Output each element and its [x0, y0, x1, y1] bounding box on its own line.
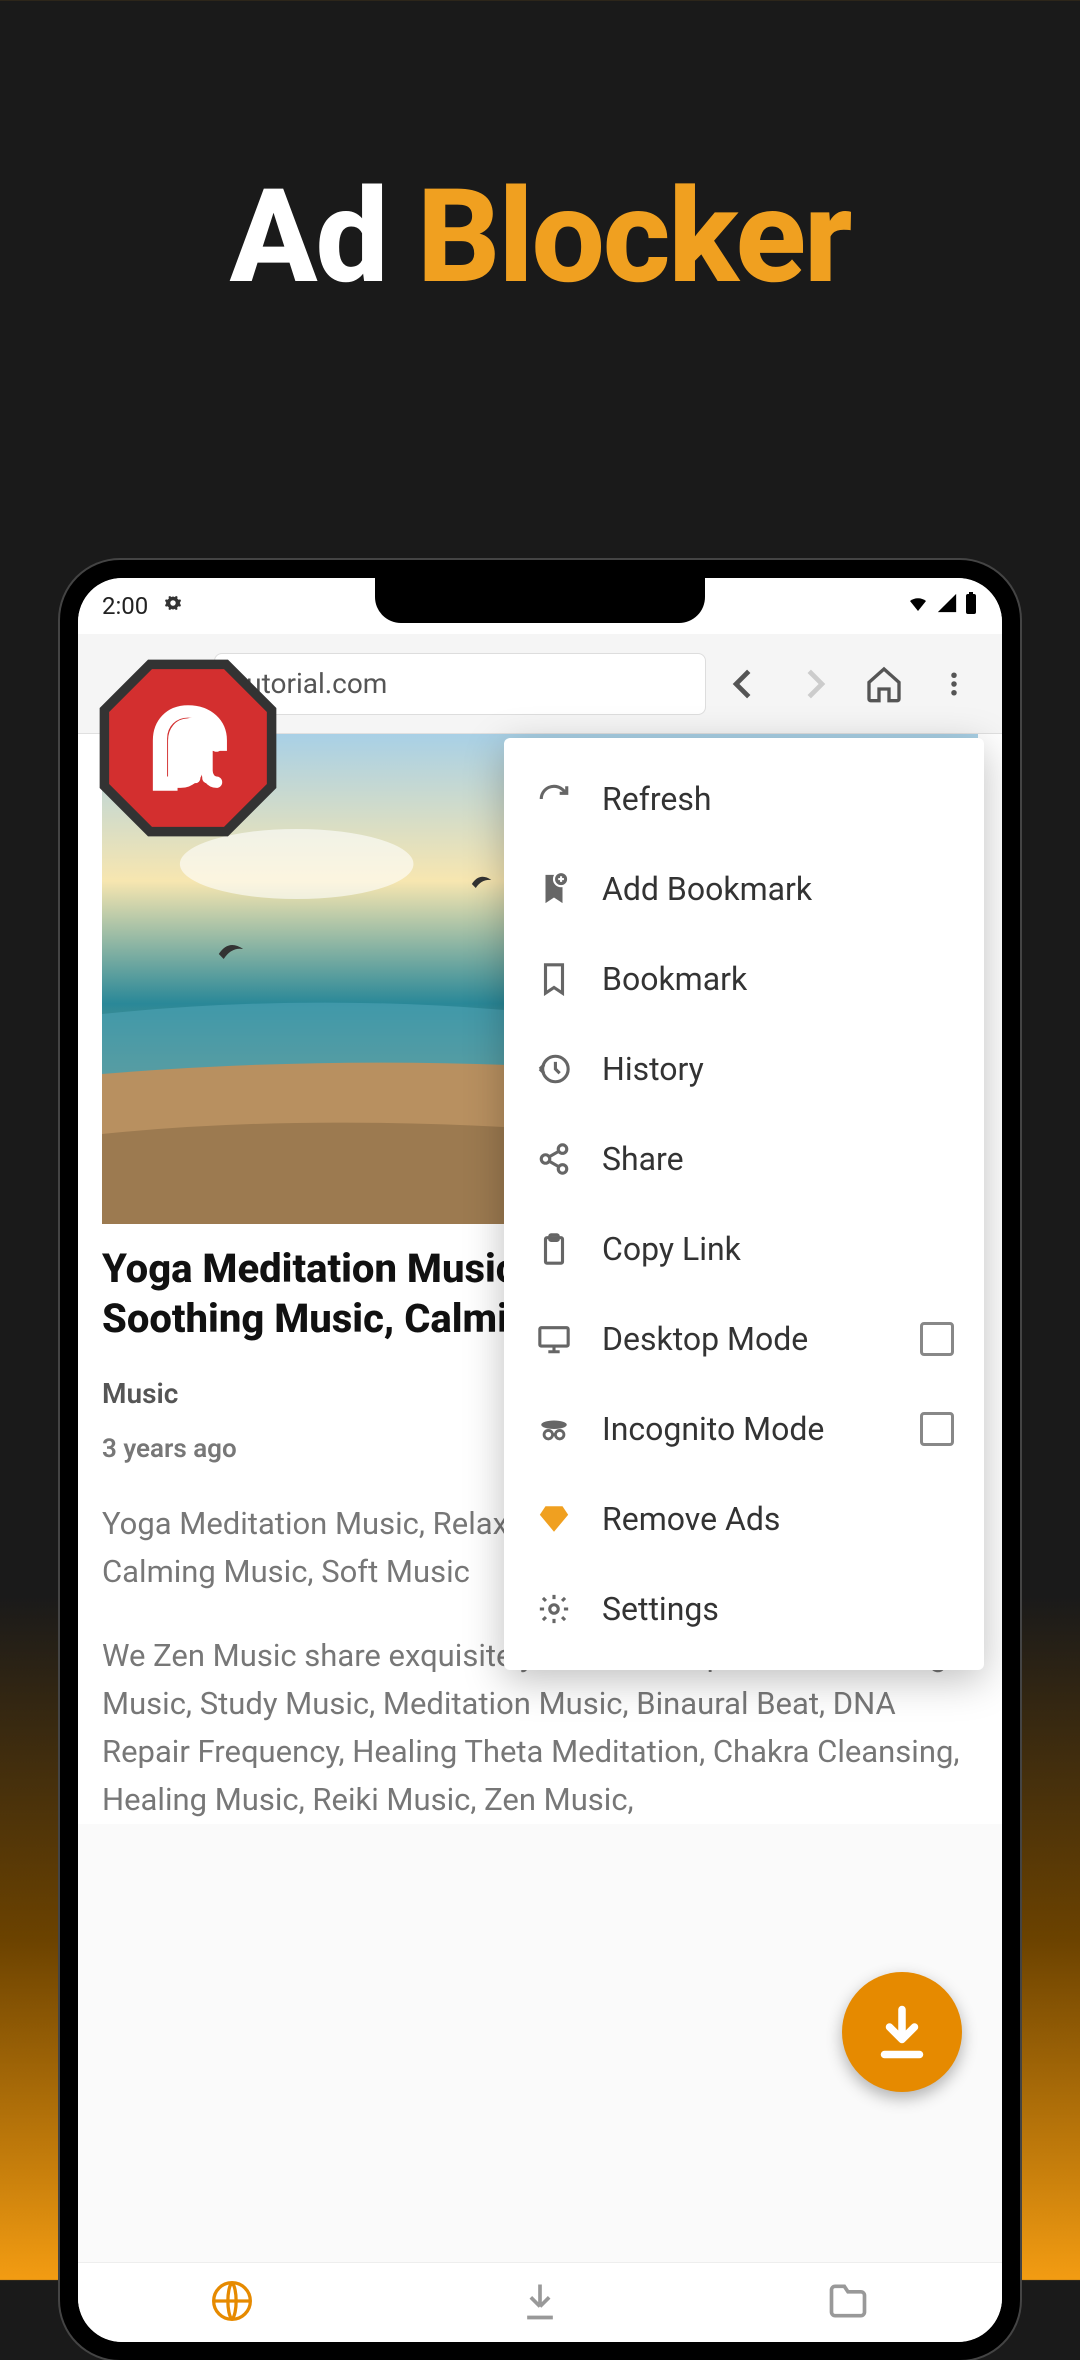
refresh-icon: [534, 782, 574, 816]
download-fab[interactable]: [842, 1972, 962, 2092]
menu-desktop-mode-label: Desktop Mode: [602, 1320, 808, 1358]
menu-remove-ads[interactable]: Remove Ads: [504, 1474, 984, 1564]
menu-settings[interactable]: Settings: [504, 1564, 984, 1654]
nav-downloads[interactable]: [518, 2279, 562, 2327]
overflow-menu: Refresh Add Bookmark Bookmark History Sh…: [504, 738, 984, 1670]
menu-add-bookmark[interactable]: Add Bookmark: [504, 844, 984, 934]
more-button[interactable]: [922, 652, 986, 716]
menu-incognito-mode-label: Incognito Mode: [602, 1410, 824, 1448]
wifi-icon: [906, 591, 930, 621]
menu-share[interactable]: Share: [504, 1114, 984, 1204]
gear-icon: [162, 592, 184, 620]
menu-incognito-mode[interactable]: Incognito Mode: [504, 1384, 984, 1474]
menu-remove-ads-label: Remove Ads: [602, 1500, 780, 1538]
menu-copy-link[interactable]: Copy Link: [504, 1204, 984, 1294]
hero-title: Ad Blocker: [0, 0, 1080, 313]
phone-frame: 2:00 tutorial.com: [60, 560, 1020, 2360]
menu-copy-link-label: Copy Link: [602, 1230, 741, 1268]
incognito-icon: [534, 1412, 574, 1446]
menu-add-bookmark-label: Add Bookmark: [602, 870, 812, 908]
clipboard-icon: [534, 1232, 574, 1266]
nav-browser[interactable]: [210, 2279, 254, 2327]
nav-files[interactable]: [826, 2279, 870, 2327]
desktop-icon: [534, 1322, 574, 1356]
menu-refresh-label: Refresh: [602, 780, 711, 818]
desktop-mode-checkbox[interactable]: [920, 1322, 954, 1356]
menu-refresh[interactable]: Refresh: [504, 754, 984, 844]
battery-icon: [964, 591, 978, 621]
menu-history[interactable]: History: [504, 1024, 984, 1114]
adblock-badge-icon: [88, 648, 288, 848]
bookmark-icon: [534, 962, 574, 996]
article-category[interactable]: Music: [102, 1377, 178, 1410]
menu-bookmark[interactable]: Bookmark: [504, 934, 984, 1024]
home-button[interactable]: [852, 652, 916, 716]
hero-word1: Ad: [230, 160, 387, 313]
bottom-nav: [78, 2262, 1002, 2342]
phone-screen: 2:00 tutorial.com: [78, 578, 1002, 2342]
add-bookmark-icon: [534, 872, 574, 906]
phone-notch: [375, 578, 705, 623]
menu-bookmark-label: Bookmark: [602, 960, 747, 998]
signal-icon: [936, 592, 958, 620]
history-icon: [534, 1052, 574, 1086]
menu-history-label: History: [602, 1050, 704, 1088]
share-icon: [534, 1142, 574, 1176]
menu-share-label: Share: [602, 1140, 684, 1178]
forward-button[interactable]: [782, 652, 846, 716]
incognito-mode-checkbox[interactable]: [920, 1412, 954, 1446]
hero-word2: Blocker: [417, 160, 850, 313]
menu-settings-label: Settings: [602, 1590, 719, 1628]
status-time: 2:00: [102, 592, 148, 620]
settings-icon: [534, 1592, 574, 1626]
back-button[interactable]: [712, 652, 776, 716]
menu-desktop-mode[interactable]: Desktop Mode: [504, 1294, 984, 1384]
gem-icon: [534, 1502, 574, 1536]
